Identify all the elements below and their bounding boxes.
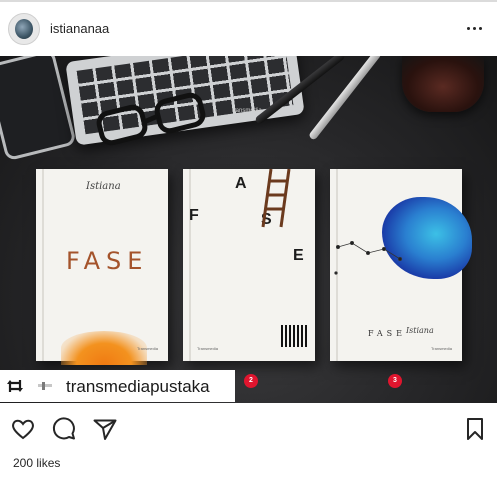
coffee-cup-prop — [402, 56, 484, 112]
more-horizontal-icon[interactable] — [464, 22, 486, 36]
book-title: FASE — [66, 247, 149, 275]
sun-graphic — [61, 331, 147, 365]
book-letter: A — [235, 175, 247, 192]
heart-icon[interactable] — [10, 416, 36, 442]
glasses-prop — [96, 92, 206, 146]
comment-icon[interactable] — [51, 416, 77, 442]
book-cover-1: Istiana FASE Transmedia — [36, 169, 168, 365]
avatar[interactable] — [8, 13, 40, 45]
book-signature: Istiana — [406, 326, 434, 335]
book-cover-2: A F S E Transmedia — [183, 168, 315, 361]
book-publisher: Transmedia — [431, 346, 452, 351]
phone-prop — [0, 56, 77, 162]
transmedia-logo-icon — [38, 382, 52, 390]
book-signature: Istiana — [86, 181, 121, 192]
book-cover-3: FASE Istiana Transmedia — [330, 169, 472, 361]
carousel-marker: 3 — [388, 374, 402, 388]
repost-icon — [7, 380, 23, 392]
like-count[interactable]: 200 likes — [13, 456, 60, 470]
book-letter: E — [293, 247, 304, 264]
book-publisher: Transmedia — [197, 346, 218, 351]
post-image[interactable]: transmedia Istiana FASE Transmedia A F S… — [0, 56, 497, 403]
username[interactable]: istiananaa — [50, 21, 109, 36]
book-publisher: Transmedia — [137, 346, 158, 351]
repost-source: transmediapustaka — [66, 377, 210, 396]
barcode-graphic — [281, 325, 307, 347]
book-letter: F — [189, 207, 199, 224]
constellation-graphic — [334, 240, 403, 275]
book-title: FASE — [368, 329, 406, 338]
image-watermark: transmedia — [232, 108, 262, 114]
carousel-marker: 2 — [244, 374, 258, 388]
repost-tag: transmediapustaka — [0, 370, 235, 402]
action-bar — [0, 404, 497, 452]
post-header: istiananaa — [0, 2, 497, 56]
ladder-graphic — [261, 168, 291, 228]
share-icon[interactable] — [92, 416, 118, 442]
bookmark-icon[interactable] — [462, 416, 488, 442]
